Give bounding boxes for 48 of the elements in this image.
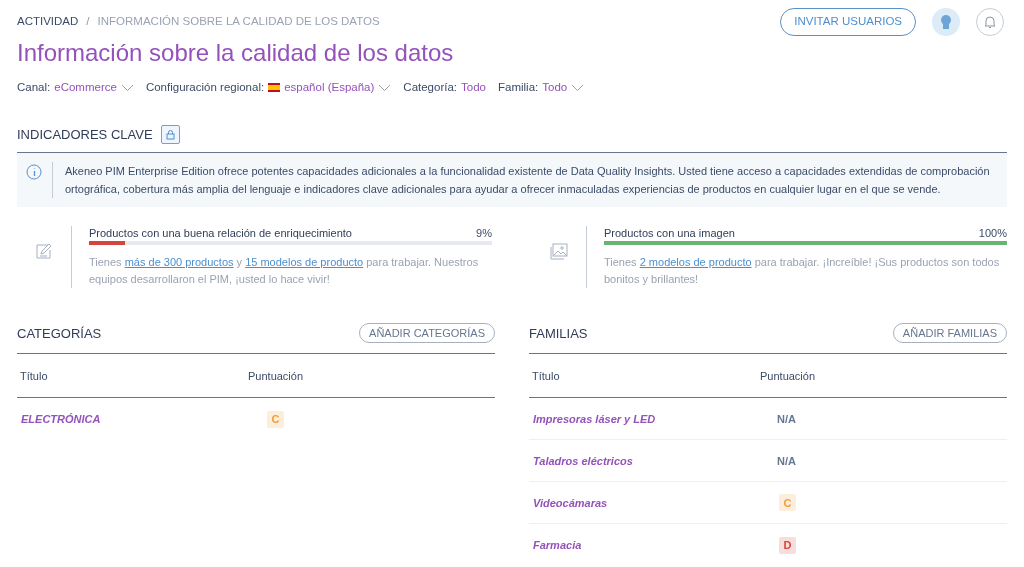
score-text: N/A xyxy=(777,411,796,427)
section-title: FAMILIAS xyxy=(529,324,588,343)
score-text: N/A xyxy=(777,453,796,469)
indicator-percent: 9% xyxy=(476,226,492,241)
indicator-percent: 100% xyxy=(978,226,1007,241)
breadcrumb-link[interactable]: INFORMACIÓN SOBRE LA CALIDAD DE LOS DATOS xyxy=(97,13,380,31)
filter-dropdown[interactable]: Todo xyxy=(542,79,568,97)
column-header: Título xyxy=(19,368,49,384)
caret-icon[interactable] xyxy=(120,83,134,92)
indicator-label: Productos con una buena relación de enriquecimiento xyxy=(89,226,352,241)
breadcrumb-link[interactable]: ACTIVIDAD xyxy=(17,13,79,31)
info-text: Akeneo PIM Enterprise Edition ofrece potentes capacidades adicionales a la funcionalidad existente de Data Quality Insights. Usted tiene acceso a capacidades extendidas de comprobación ortográfica, cobertura más amplia del lenguaje e indicadores clave adicionales para ayudar a ofrecer inmaculadas experiencias de productos en cualquier lugar en el que se vende. xyxy=(65,164,991,198)
indicator-description: Tienes 2 modelos de producto para trabajar. ¡Increíble! ¡Sus productos son todos bonitos y brillantes! xyxy=(604,255,1001,288)
filter-dropdown[interactable]: Todo xyxy=(461,79,486,97)
row-title-link[interactable]: ELECTRÓNICA xyxy=(17,411,265,428)
description-link[interactable]: 2 modelos de producto xyxy=(639,256,752,269)
description-link[interactable]: 15 modelos de producto xyxy=(245,256,364,269)
indicator-label: Productos con una imagen xyxy=(604,226,735,241)
filter-label: Categoría: xyxy=(403,80,458,95)
score-grade: C xyxy=(779,494,796,512)
description-link[interactable]: más de 300 productos xyxy=(124,256,234,269)
filter-dropdown[interactable]: eCommerce xyxy=(54,79,117,97)
caret-icon[interactable] xyxy=(571,83,585,92)
lock-icon[interactable] xyxy=(160,124,180,144)
filter-label: Configuración regional: xyxy=(145,80,265,95)
filter-label: Canal: xyxy=(17,80,51,95)
score-grade: D xyxy=(779,536,796,554)
column-header: Puntuación xyxy=(248,368,304,384)
row-title-link[interactable]: Impresoras láser y LED xyxy=(529,410,777,427)
flag-icon xyxy=(268,83,281,93)
column-header: Título xyxy=(531,368,561,384)
column-header: Puntuación xyxy=(760,368,816,384)
row-title-link[interactable]: Farmacia xyxy=(529,537,777,554)
filter-dropdown[interactable]: español (España) xyxy=(284,79,375,97)
avatar-icon[interactable] xyxy=(932,8,960,36)
caret-icon[interactable] xyxy=(378,83,392,92)
breadcrumb-separator: / xyxy=(86,14,90,30)
row-title-link[interactable]: Taladros eléctricos xyxy=(529,452,777,469)
image-icon xyxy=(550,242,568,261)
score-grade: C xyxy=(267,410,284,428)
page-title: Información sobre la calidad de los datos xyxy=(17,38,455,68)
section-title: INDICADORES CLAVE xyxy=(17,125,153,144)
filter-label: Familia: xyxy=(497,80,539,95)
indicator-description: Tienes más de 300 productos y 15 modelos de producto para trabajar. Nuestros equipos desarrollaron el PIM, ¡usted lo hace vivir! xyxy=(89,255,480,288)
row-title-link[interactable]: Videocámaras xyxy=(529,494,777,511)
section-title: CATEGORÍAS xyxy=(17,324,102,343)
info-icon xyxy=(26,164,42,181)
pencil-icon xyxy=(35,242,53,261)
